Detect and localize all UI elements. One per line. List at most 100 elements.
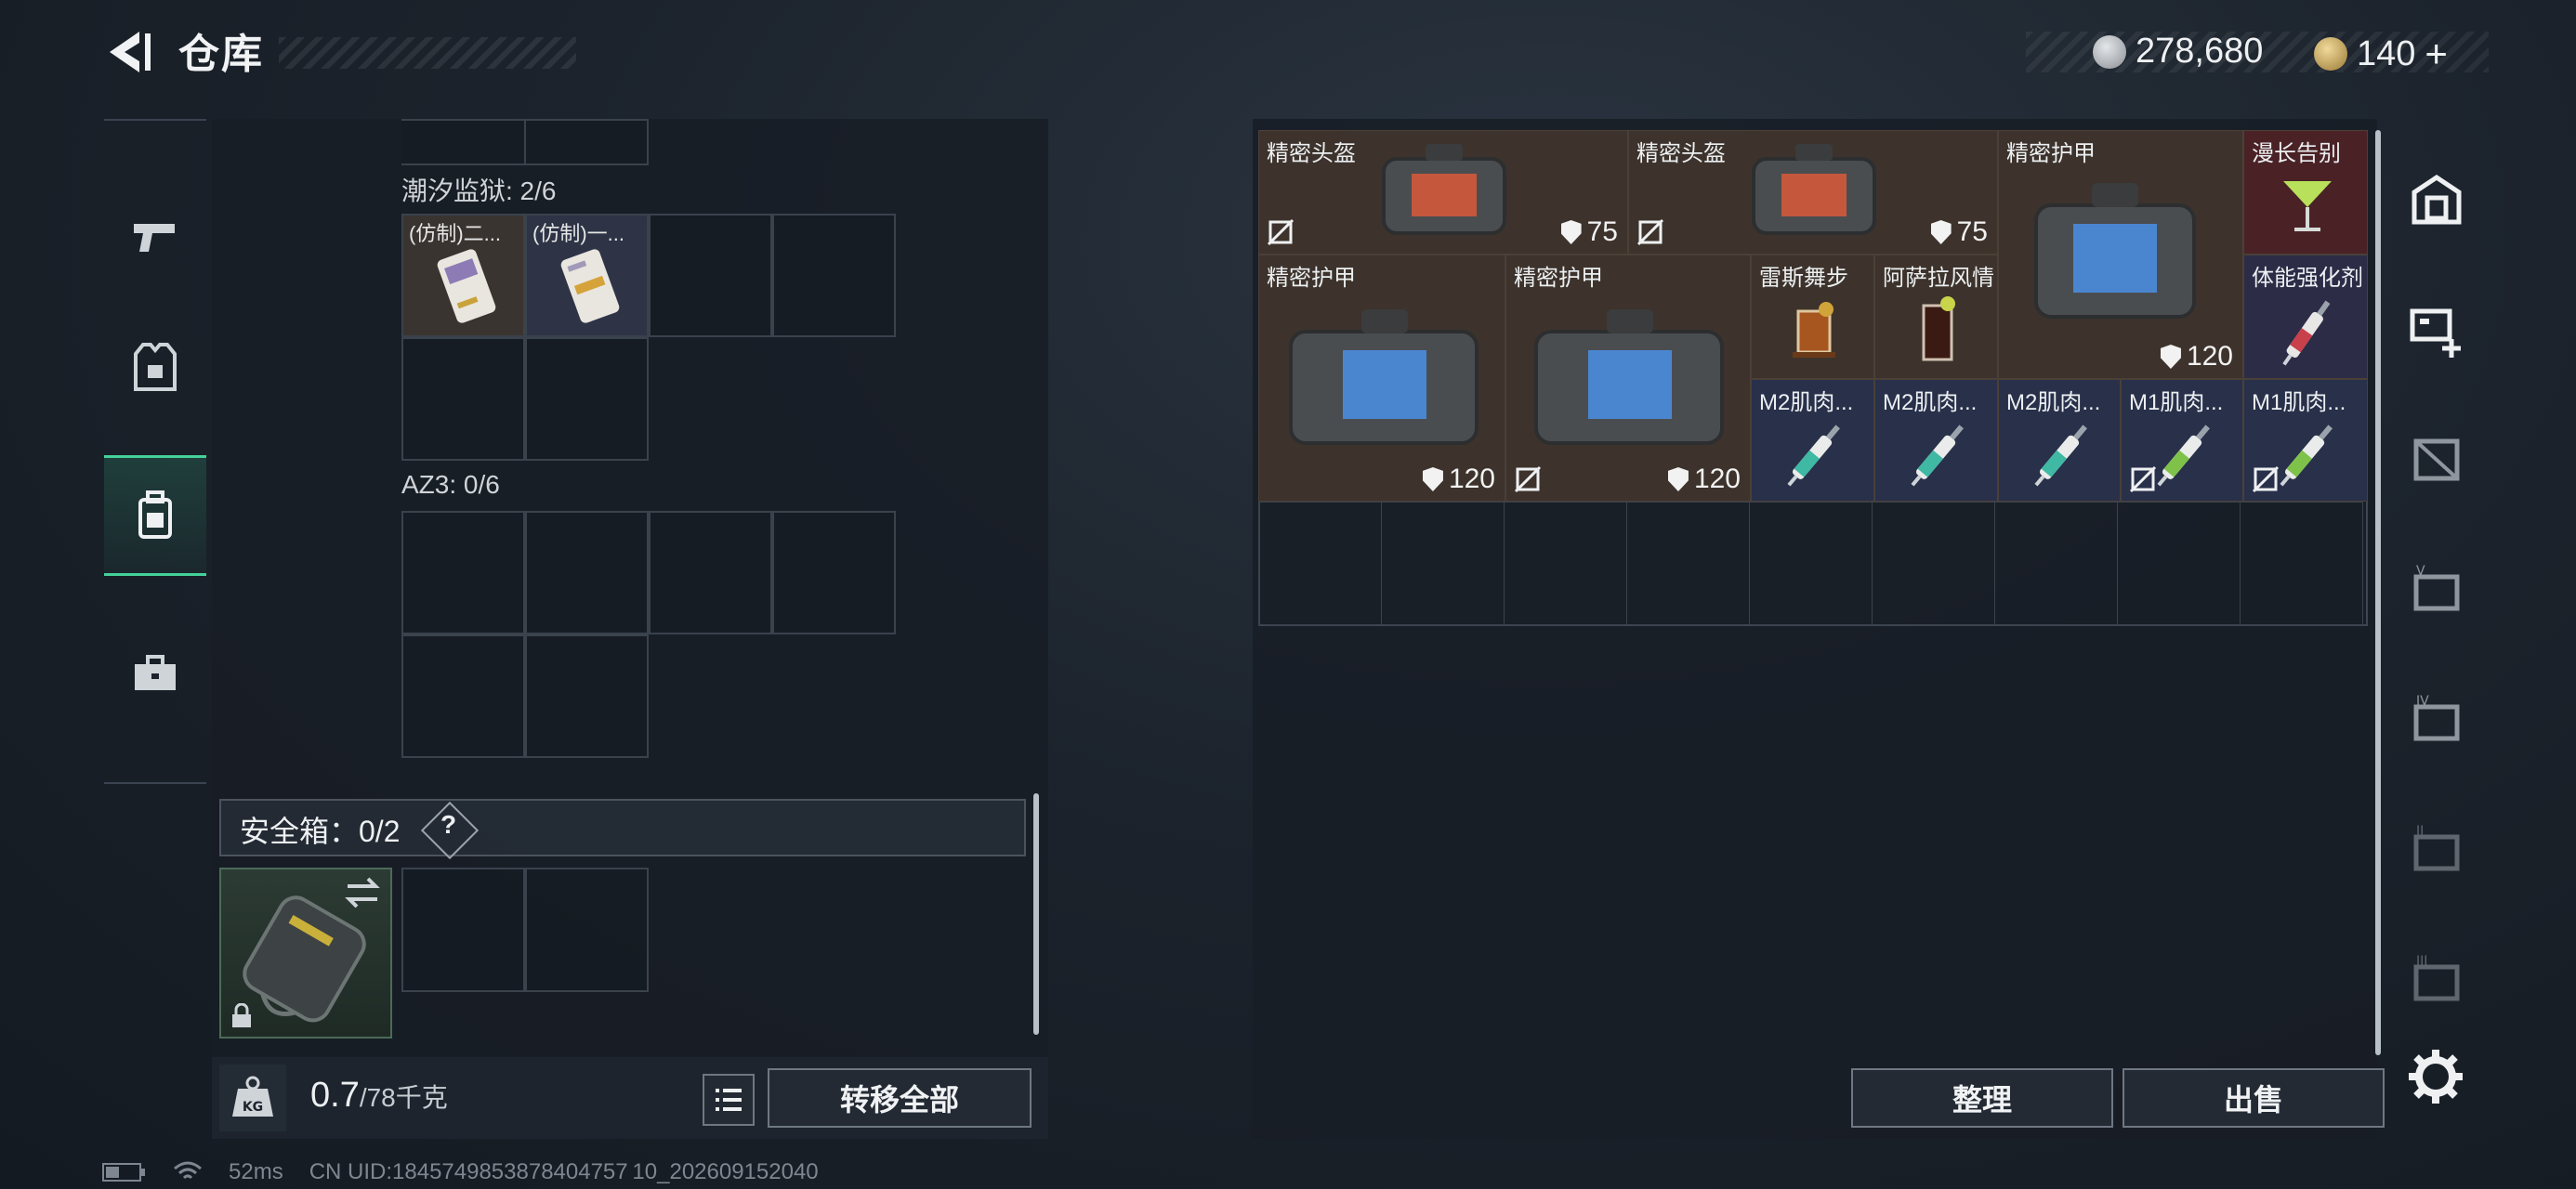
gear-icon — [2409, 1050, 2463, 1104]
title-stripe-decoration — [279, 37, 576, 69]
syringe-icon — [1787, 425, 1841, 487]
sell-button[interactable]: 出售 — [2123, 1068, 2385, 1128]
nav-toolbox[interactable] — [104, 613, 206, 734]
swap-icon[interactable] — [344, 877, 381, 908]
grid-cell[interactable] — [1258, 502, 1382, 625]
safebox-slot[interactable] — [401, 868, 525, 992]
inventory-item[interactable]: (仿制)一... — [525, 214, 649, 337]
item-armor[interactable]: 精密护甲 120 — [1998, 130, 2243, 379]
grid-cell[interactable] — [649, 511, 772, 634]
nav-storage-main[interactable] — [2385, 139, 2489, 260]
grid-cell[interactable] — [1504, 502, 1627, 625]
shield-icon — [1422, 467, 1443, 491]
item-helmet[interactable]: 精密头盔 75 — [1628, 130, 1998, 255]
kg-weight-icon: KG — [232, 1076, 273, 1117]
nav-storage-4[interactable]: IV — [2385, 660, 2489, 780]
item-armor[interactable]: 精密护甲 120 — [1258, 255, 1505, 502]
grid-cell[interactable] — [772, 214, 896, 337]
grid-cell[interactable] — [401, 511, 525, 634]
status-bar: 52ms CN UID:1845749853878404757 10_20260… — [102, 1159, 819, 1185]
grid-cell[interactable] — [1381, 502, 1505, 625]
grid-cell[interactable] — [2240, 502, 2363, 625]
settings-button[interactable] — [2403, 1044, 2468, 1109]
back-button[interactable] — [102, 26, 158, 78]
item-drink[interactable]: 雷斯舞步 — [1751, 255, 1874, 379]
grid-cell[interactable] — [525, 511, 649, 634]
nav-weapons[interactable] — [104, 176, 206, 297]
armor-case-icon — [1534, 309, 1724, 445]
item-syringe[interactable]: M1肌肉... — [2243, 379, 2368, 502]
weight-icon-box: KG — [219, 1065, 286, 1131]
grid-cell[interactable] — [401, 634, 525, 758]
durability: 75 — [1930, 216, 1988, 248]
vest-icon — [134, 343, 177, 391]
sort-button[interactable]: 整理 — [1851, 1068, 2113, 1128]
item-syringe[interactable]: M2肌肉... — [1751, 379, 1874, 502]
list-view-button[interactable] — [703, 1074, 755, 1126]
container-label-az3: AZ3: 0/6 — [401, 470, 500, 499]
grid-cell[interactable] — [401, 337, 525, 461]
crate-ii-icon: II — [2413, 824, 2460, 871]
grid-cell[interactable] — [524, 119, 649, 165]
currency-coins[interactable]: 278,680 — [2093, 32, 2263, 72]
grid-cell[interactable] — [1994, 502, 2118, 625]
grid-cell[interactable] — [1749, 502, 1873, 625]
item-drink[interactable]: 阿萨拉风情 — [1874, 255, 1998, 379]
item-syringe[interactable]: M2肌肉... — [1874, 379, 1998, 502]
list-icon — [716, 1089, 742, 1111]
item-name: M2肌肉... — [1759, 390, 1854, 415]
transfer-all-button[interactable]: 转移全部 — [768, 1068, 1032, 1128]
item-syringe[interactable]: M2肌肉... — [1998, 379, 2121, 502]
item-drink[interactable]: 漫长告别 — [2243, 130, 2368, 255]
right-scrollbar[interactable] — [2375, 130, 2381, 1055]
durability: 75 — [1560, 216, 1618, 248]
item-name: 雷斯舞步 — [1759, 266, 1848, 291]
item-armor[interactable]: 精密护甲 120 — [1505, 255, 1751, 502]
no-drop-icon — [2252, 465, 2280, 493]
nav-storage-3[interactable]: III — [2385, 920, 2489, 1040]
no-drop-icon — [1514, 465, 1542, 493]
durability: 120 — [1667, 464, 1741, 495]
item-syringe[interactable]: M1肌肉... — [2121, 379, 2243, 502]
left-scrollbar[interactable] — [1033, 793, 1039, 1035]
crate-v-icon: V — [2413, 564, 2460, 611]
safebox-slot[interactable] — [525, 868, 649, 992]
nav-storage-expand[interactable] — [2385, 269, 2489, 390]
item-name: 精密护甲 — [1514, 266, 1603, 291]
grid-cell[interactable] — [649, 214, 772, 337]
armor-case-icon — [1289, 309, 1479, 445]
inventory-item[interactable]: (仿制)二... — [401, 214, 525, 337]
safebox-label: 安全箱：0/2 — [240, 815, 401, 848]
grid-cell[interactable] — [772, 511, 896, 634]
grid-cell[interactable] — [1872, 502, 1995, 625]
back-arrow-icon — [110, 32, 151, 72]
safe-case-slot[interactable] — [219, 868, 392, 1039]
grid-cell[interactable] — [401, 119, 526, 165]
user-uid: CN UID:1845749853878404757 10_2026091520… — [309, 1159, 819, 1184]
grid-cell[interactable] — [2117, 502, 2241, 625]
cola-glass-icon — [1922, 296, 1955, 361]
grid-cell[interactable] — [1626, 502, 1750, 625]
item-stimulant[interactable]: 体能强化剂 — [2243, 255, 2368, 379]
currency-bonds[interactable]: 140 + — [2314, 32, 2448, 76]
item-name: M2肌肉... — [1883, 390, 1978, 415]
no-drop-icon — [1636, 218, 1664, 246]
nav-armor[interactable] — [104, 307, 206, 427]
nav-storage-2[interactable]: II — [2385, 790, 2489, 910]
nav-backpack[interactable] — [104, 455, 206, 576]
bond-value: 140 — [2357, 33, 2416, 73]
keycard-icon — [560, 249, 620, 323]
no-drop-icon — [2129, 465, 2157, 493]
item-helmet[interactable]: 精密头盔 75 — [1258, 130, 1628, 255]
grid-cell[interactable] — [525, 337, 649, 461]
weight-readout: 0.7/78千克 — [310, 1076, 448, 1116]
bond-add-button[interactable]: + — [2425, 32, 2448, 76]
svg-text:III: III — [2416, 954, 2427, 969]
toolbox-icon — [135, 655, 176, 690]
left-category-nav — [104, 119, 206, 784]
nav-storage-1[interactable] — [2385, 399, 2489, 520]
nav-storage-5[interactable]: V — [2385, 529, 2489, 650]
grid-cell[interactable] — [525, 634, 649, 758]
crate-iv-icon: IV — [2413, 694, 2460, 741]
container-label-tide-prison: 潮汐监狱: 2/6 — [401, 176, 557, 205]
